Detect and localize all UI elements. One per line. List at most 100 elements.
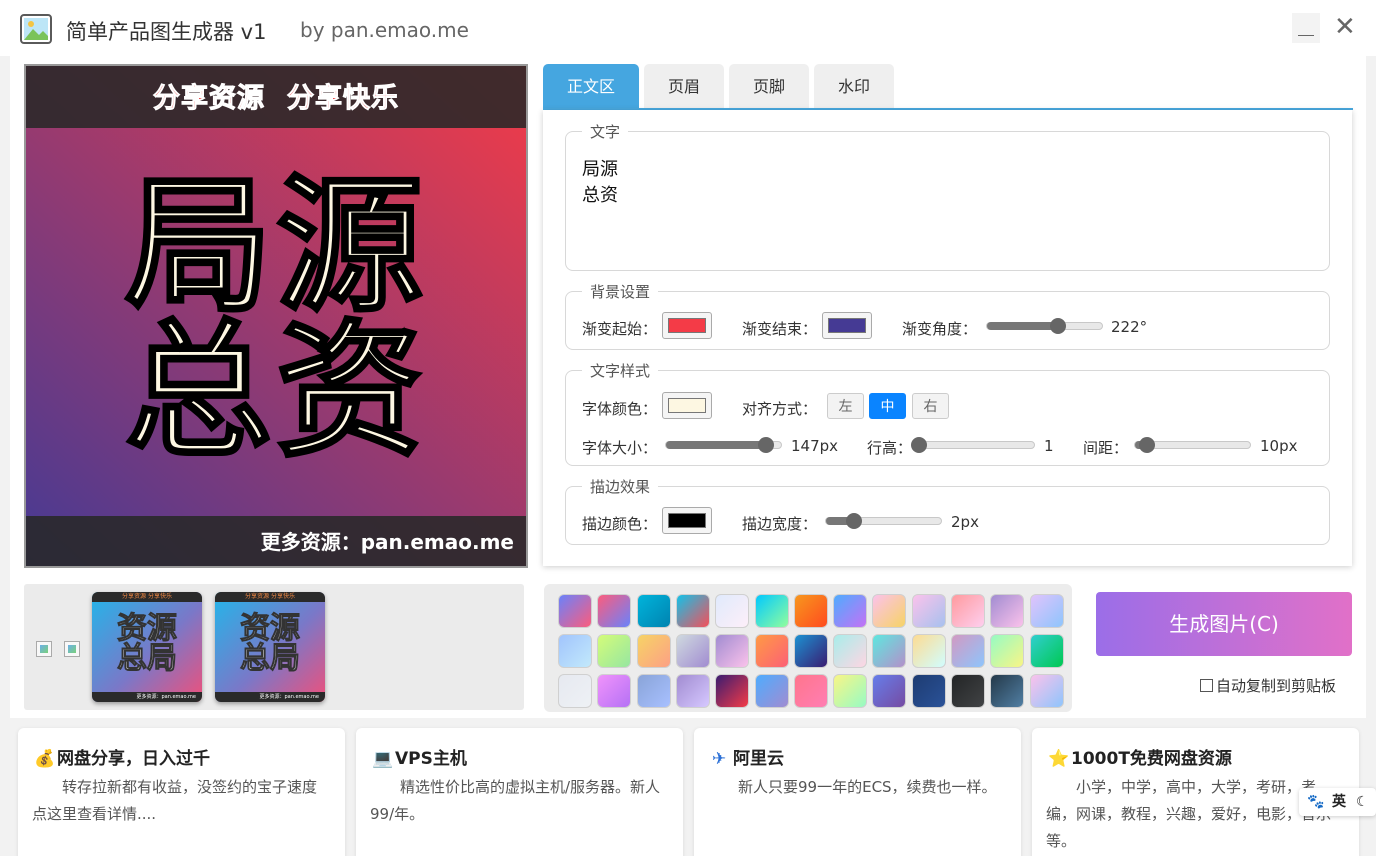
thumbnail-text: 资源 总局 xyxy=(117,611,178,676)
align-left-button[interactable]: 左 xyxy=(827,393,864,419)
palette-swatch[interactable] xyxy=(636,674,671,708)
palette-swatch[interactable] xyxy=(754,674,789,708)
gradient-start-color-swatch xyxy=(668,318,706,333)
ad-card-netdisk[interactable]: 💰 网盘分享，日入过千 转存拉新都有收益，没签约的宝子速度点这里查看详情.... xyxy=(18,728,345,856)
palette-swatch[interactable] xyxy=(990,634,1025,668)
palette-swatch[interactable] xyxy=(597,594,632,628)
broken-image-icon[interactable] xyxy=(64,641,80,657)
history-thumbnails: 分享资源 分享快乐 资源 总局 更多资源：pan.emao.me 分享资源 分享… xyxy=(24,584,524,710)
palette-swatch[interactable] xyxy=(911,634,946,668)
paw-icon[interactable]: 🐾 xyxy=(1307,788,1324,816)
palette-swatch[interactable] xyxy=(558,634,592,668)
palette-swatch[interactable] xyxy=(558,674,592,708)
ad-title-text: 阿里云 xyxy=(733,749,784,769)
minimize-icon[interactable] xyxy=(1292,13,1320,43)
close-icon[interactable]: ✕ xyxy=(1334,12,1356,42)
broken-image-icon[interactable] xyxy=(36,641,52,657)
moon-icon[interactable]: ☾ xyxy=(1356,788,1369,816)
palette-swatch[interactable] xyxy=(833,674,868,708)
ime-language[interactable]: 英 xyxy=(1332,788,1346,816)
stroke-legend: 描边效果 xyxy=(582,476,659,497)
ad-card-aliyun[interactable]: ✈ 阿里云 新人只要99一年的ECS，续费也一样。 xyxy=(694,728,1021,856)
font-size-slider[interactable] xyxy=(665,437,782,453)
thumbnail-header: 分享资源 分享快乐 xyxy=(215,592,325,602)
line-height-slider[interactable] xyxy=(911,437,1035,453)
gradient-angle-slider[interactable] xyxy=(986,318,1103,334)
tab-watermark[interactable]: 水印 xyxy=(814,64,894,108)
palette-swatch[interactable] xyxy=(793,674,828,708)
palette-swatch[interactable] xyxy=(1029,674,1064,708)
thumbnail-1[interactable]: 分享资源 分享快乐 资源 总局 更多资源：pan.emao.me xyxy=(92,592,202,702)
ad-title: 💻 VPS主机 xyxy=(372,744,467,769)
line-height-label: 行高： xyxy=(867,439,913,457)
slider-knob[interactable] xyxy=(911,437,927,453)
stroke-color-swatch xyxy=(668,513,706,528)
palette-swatch[interactable] xyxy=(558,594,592,628)
thumbnail-2[interactable]: 分享资源 分享快乐 资源 总局 更多资源：pan.emao.me xyxy=(215,592,325,702)
font-size-value: 147px xyxy=(791,437,839,455)
generate-image-button[interactable]: 生成图片(C) xyxy=(1096,592,1352,656)
stroke-color-picker[interactable] xyxy=(662,507,712,534)
ime-toolbar[interactable]: 🐾 英 ☾ xyxy=(1299,788,1376,816)
star-icon: ⭐ xyxy=(1048,749,1070,769)
palette-swatch[interactable] xyxy=(990,674,1025,708)
app-title: 简单产品图生成器 v1 xyxy=(66,20,267,44)
palette-swatch[interactable] xyxy=(833,634,868,668)
palette-swatch[interactable] xyxy=(793,594,828,628)
tab-header[interactable]: 页眉 xyxy=(644,64,724,108)
align-center-button[interactable]: 中 xyxy=(869,393,906,419)
ad-description: 精选性价比高的虚拟主机/服务器。新人99/年。 xyxy=(370,778,661,823)
spacing-slider[interactable] xyxy=(1134,437,1251,453)
ad-title-text: VPS主机 xyxy=(395,749,467,769)
palette-swatch[interactable] xyxy=(951,634,985,668)
airplane-icon: ✈ xyxy=(711,749,727,769)
palette-swatch[interactable] xyxy=(1029,594,1064,628)
align-right-button[interactable]: 右 xyxy=(912,393,949,419)
font-color-picker[interactable] xyxy=(662,392,712,419)
palette-swatch[interactable] xyxy=(911,674,946,708)
palette-swatch[interactable] xyxy=(754,634,789,668)
ad-card-vps[interactable]: 💻 VPS主机 精选性价比高的虚拟主机/服务器。新人99/年。 xyxy=(356,728,683,856)
palette-swatch[interactable] xyxy=(872,594,907,628)
stroke-width-value: 2px xyxy=(951,513,979,531)
gradient-end-color-picker[interactable] xyxy=(822,312,872,339)
font-color-label: 字体颜色： xyxy=(582,400,658,418)
gradient-end-label: 渐变结束： xyxy=(742,320,818,338)
palette-swatch[interactable] xyxy=(675,594,710,628)
palette-swatch[interactable] xyxy=(597,674,632,708)
palette-swatch[interactable] xyxy=(911,594,946,628)
palette-swatch[interactable] xyxy=(793,634,828,668)
text-input[interactable]: 局源 总资 xyxy=(582,157,618,209)
text-fieldset: 文字 局源 总资 xyxy=(565,121,1330,271)
palette-swatch[interactable] xyxy=(675,674,710,708)
tab-footer[interactable]: 页脚 xyxy=(729,64,809,108)
gradient-start-color-picker[interactable] xyxy=(662,312,712,339)
auto-copy-checkbox[interactable]: 自动复制到剪贴板 xyxy=(1200,675,1336,696)
palette-swatch[interactable] xyxy=(951,594,985,628)
palette-swatch[interactable] xyxy=(715,634,750,668)
palette-swatch[interactable] xyxy=(754,594,789,628)
slider-knob[interactable] xyxy=(1138,437,1155,453)
slider-knob[interactable] xyxy=(1050,318,1067,334)
checkbox-icon[interactable] xyxy=(1200,679,1213,692)
palette-swatch[interactable] xyxy=(872,634,907,668)
tab-body[interactable]: 正文区 xyxy=(543,64,639,108)
palette-swatch[interactable] xyxy=(675,634,710,668)
stroke-width-slider[interactable] xyxy=(825,513,942,529)
ad-title-text: 网盘分享，日入过千 xyxy=(57,749,210,769)
palette-swatch[interactable] xyxy=(715,594,750,628)
palette-swatch[interactable] xyxy=(597,634,632,668)
palette-swatch[interactable] xyxy=(951,674,985,708)
palette-swatch[interactable] xyxy=(1029,634,1064,668)
palette-swatch[interactable] xyxy=(833,594,868,628)
gradient-end-color-swatch xyxy=(828,318,866,333)
palette-swatch[interactable] xyxy=(636,594,671,628)
slider-knob[interactable] xyxy=(758,437,775,453)
palette-swatch[interactable] xyxy=(872,674,907,708)
gradient-angle-label: 渐变角度： xyxy=(902,320,978,338)
palette-swatch[interactable] xyxy=(636,634,671,668)
palette-swatch[interactable] xyxy=(990,594,1025,628)
palette-swatch[interactable] xyxy=(715,674,750,708)
thumbnail-footer: 更多资源：pan.emao.me xyxy=(215,692,325,702)
slider-knob[interactable] xyxy=(845,513,862,529)
